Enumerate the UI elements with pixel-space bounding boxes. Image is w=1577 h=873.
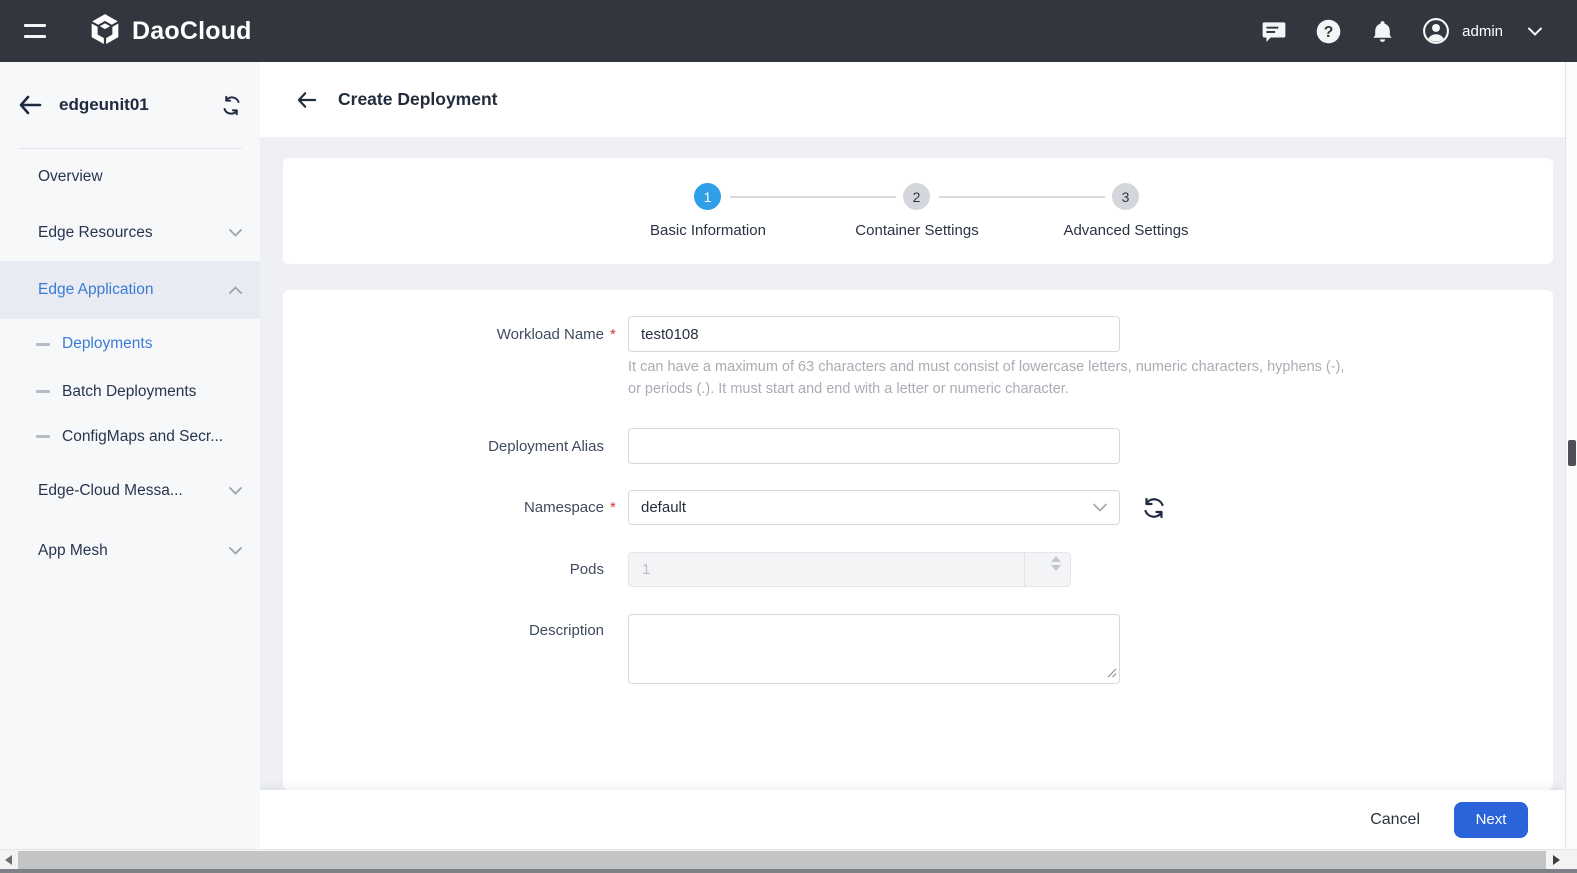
user-menu-chevron-down-icon[interactable] [1521,17,1549,45]
sidebar-item-batch-deployments[interactable]: Batch Deployments [0,369,260,414]
step-2-label: Container Settings [807,222,1027,239]
scroll-right-arrow-icon[interactable] [1548,850,1565,869]
step-3-label: Advanced Settings [1016,222,1236,239]
select-chevron-down-icon [1093,499,1107,516]
workload-name-row: Workload Name * [283,316,1120,352]
sidebar-item-label: App Mesh [38,542,108,560]
switch-cluster-icon[interactable] [221,95,242,116]
step-connector-line [939,196,1105,198]
main-area: Create Deployment 1 2 3 Basic Informatio… [260,62,1565,849]
deployment-alias-row: Deployment Alias [283,428,1120,464]
topbar-actions: ? admin [1234,17,1549,45]
page-content: 1 2 3 Basic Information Container Settin… [260,137,1565,849]
decrement-arrow-icon[interactable] [1051,565,1061,571]
sidebar: edgeunit01 Overview Edge Resources Edge … [0,62,260,849]
stepper-card: 1 2 3 Basic Information Container Settin… [283,158,1553,264]
workload-name-label: Workload Name [283,326,604,343]
namespace-select[interactable]: default [628,490,1120,525]
sidebar-item-label: Overview [38,168,103,186]
next-button[interactable]: Next [1454,802,1528,838]
deployment-alias-label: Deployment Alias [283,438,604,455]
top-navigation-bar: DaoCloud ? [0,0,1577,62]
sidebar-item-label: Edge Application [38,281,153,299]
sidebar-item-deployments[interactable]: Deployments [0,319,260,369]
help-icon[interactable]: ? [1314,17,1342,45]
sidebar-item-edge-application[interactable]: Edge Application [0,261,260,319]
brand-logo[interactable]: DaoCloud [88,12,252,51]
horizontal-scrollbar[interactable] [0,849,1577,869]
vertical-scrollbar-thumb[interactable] [1568,440,1576,466]
scroll-left-arrow-icon[interactable] [0,850,17,869]
page-title: Create Deployment [338,89,498,110]
description-textarea[interactable] [628,614,1120,684]
pods-value-input[interactable]: 1 [629,553,1025,586]
user-avatar[interactable] [1422,17,1450,45]
svg-text:?: ? [1323,24,1333,41]
refresh-namespaces-icon[interactable] [1142,496,1166,520]
menu-icon[interactable] [14,11,60,51]
sidebar-item-app-mesh[interactable]: App Mesh [0,523,260,579]
horizontal-scrollbar-thumb[interactable] [18,851,1546,869]
pods-stepper: 1 [628,552,1071,587]
window-bottom-edge [0,869,1577,873]
sidebar-item-label: Deployments [62,335,152,353]
sidebar-item-overview[interactable]: Overview [0,149,260,205]
deployment-alias-input[interactable] [628,428,1120,464]
brand-name: DaoCloud [132,17,252,46]
dash-icon [36,343,50,346]
description-row: Description [283,614,1120,689]
chevron-up-icon [229,281,242,299]
sidebar-item-label: Batch Deployments [62,383,196,401]
cancel-button[interactable]: Cancel [1370,811,1420,829]
sidebar-back-arrow-icon[interactable] [18,95,42,115]
sidebar-item-label: Edge Resources [38,224,153,242]
chat-icon[interactable] [1260,17,1288,45]
basic-information-form-card: Workload Name * It can have a maximum of… [283,290,1553,790]
description-label: Description [283,614,604,639]
sidebar-item-configmaps-secrets[interactable]: ConfigMaps and Secr... [0,414,260,459]
dash-icon [36,435,50,438]
daocloud-cube-icon [88,12,122,51]
sidebar-item-edge-resources[interactable]: Edge Resources [0,205,260,261]
dash-icon [36,390,50,393]
sidebar-header: edgeunit01 [0,62,260,148]
sidebar-item-label: Edge-Cloud Messa... [38,482,183,500]
page-back-arrow-icon[interactable] [296,91,318,109]
cluster-name: edgeunit01 [59,95,149,115]
step-1-label: Basic Information [598,222,818,239]
chevron-down-icon [229,542,242,560]
sidebar-item-edge-cloud-message[interactable]: Edge-Cloud Messa... [0,459,260,523]
namespace-row: Namespace * default [283,490,1166,525]
workload-name-help-text: It can have a maximum of 63 characters a… [628,356,1344,400]
chevron-down-icon [229,224,242,242]
pods-row: Pods 1 [283,552,1071,587]
sidebar-item-label: ConfigMaps and Secr... [62,428,223,446]
step-2-indicator[interactable]: 2 [903,183,930,210]
step-connector-line [730,196,896,198]
increment-arrow-icon[interactable] [1051,556,1061,562]
form-action-bar: Cancel Next [260,790,1565,849]
namespace-label: Namespace [283,499,604,516]
pods-addon [1025,553,1070,586]
notifications-bell-icon[interactable] [1368,17,1396,45]
required-asterisk: * [604,326,628,343]
user-name[interactable]: admin [1462,23,1503,40]
namespace-selected-value: default [641,499,686,516]
page-header: Create Deployment [260,62,1565,137]
chevron-down-icon [229,482,242,500]
required-asterisk: * [604,499,628,516]
pods-label: Pods [283,561,604,578]
vertical-scrollbar[interactable] [1565,62,1577,849]
step-1-indicator[interactable]: 1 [694,183,721,210]
pods-spinner [1051,556,1061,571]
workload-name-input[interactable] [628,316,1120,352]
step-3-indicator[interactable]: 3 [1112,183,1139,210]
